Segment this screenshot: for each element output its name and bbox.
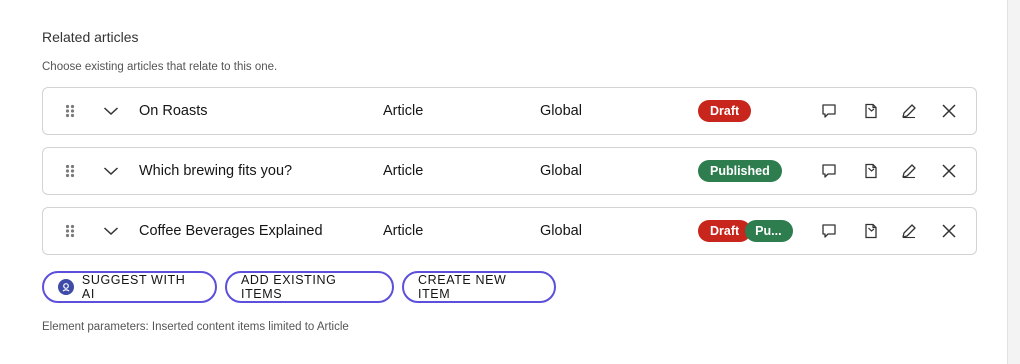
status-badges: Draft: [698, 88, 752, 134]
close-icon[interactable]: [939, 148, 959, 194]
edit-icon[interactable]: [899, 148, 919, 194]
suggest-with-ai-button[interactable]: SUGGEST WITH AI: [42, 271, 217, 303]
create-new-item-label: CREATE NEW ITEM: [418, 273, 507, 301]
item-type: Article: [383, 163, 424, 179]
copy-icon[interactable]: [861, 148, 881, 194]
status-badges: Draft Pu...: [698, 208, 794, 254]
comment-icon[interactable]: [819, 88, 839, 134]
item-scope: Global: [540, 163, 582, 179]
copy-icon[interactable]: [861, 208, 881, 254]
suggest-with-ai-label: SUGGEST WITH AI: [81, 273, 186, 301]
chevron-down-icon[interactable]: [103, 208, 119, 254]
item-name: Coffee Beverages Explained: [139, 223, 323, 239]
item-scope: Global: [540, 103, 582, 119]
item-type: Article: [383, 103, 424, 119]
edit-icon[interactable]: [899, 88, 919, 134]
item-name: Which brewing fits you?: [139, 163, 293, 179]
drag-handle-icon[interactable]: [65, 148, 77, 194]
add-existing-items-button[interactable]: ADD EXISTING ITEMS: [225, 271, 394, 303]
add-existing-items-label: ADD EXISTING ITEMS: [241, 273, 337, 301]
list-item[interactable]: On Roasts Article Global Draft: [42, 87, 977, 135]
status-badge: Draft: [698, 220, 752, 242]
chevron-down-icon[interactable]: [103, 148, 119, 194]
comment-icon[interactable]: [819, 148, 839, 194]
drag-handle-icon[interactable]: [65, 208, 77, 254]
list-item[interactable]: Coffee Beverages Explained Article Globa…: [42, 207, 977, 255]
status-badges: Published: [698, 148, 782, 194]
status-badge: Draft: [698, 100, 752, 122]
close-icon[interactable]: [939, 88, 959, 134]
drag-handle-icon[interactable]: [65, 88, 77, 134]
comment-icon[interactable]: [819, 208, 839, 254]
status-badge: Pu...: [745, 220, 794, 242]
section-title: Related articles: [42, 29, 139, 45]
copy-icon[interactable]: [861, 88, 881, 134]
ai-icon: [58, 279, 74, 295]
close-icon[interactable]: [939, 208, 959, 254]
status-badge: Published: [698, 160, 782, 182]
item-scope: Global: [540, 223, 582, 239]
chevron-down-icon[interactable]: [103, 88, 119, 134]
item-name: On Roasts: [139, 103, 208, 119]
create-new-item-button[interactable]: CREATE NEW ITEM: [402, 271, 556, 303]
list-item[interactable]: Which brewing fits you? Article Global P…: [42, 147, 977, 195]
item-type: Article: [383, 223, 424, 239]
edit-icon[interactable]: [899, 208, 919, 254]
related-articles-panel: Related articles Choose existing article…: [0, 0, 1008, 364]
element-parameters-note: Element parameters: Inserted content ite…: [42, 321, 349, 333]
section-subtitle: Choose existing articles that relate to …: [42, 61, 278, 73]
